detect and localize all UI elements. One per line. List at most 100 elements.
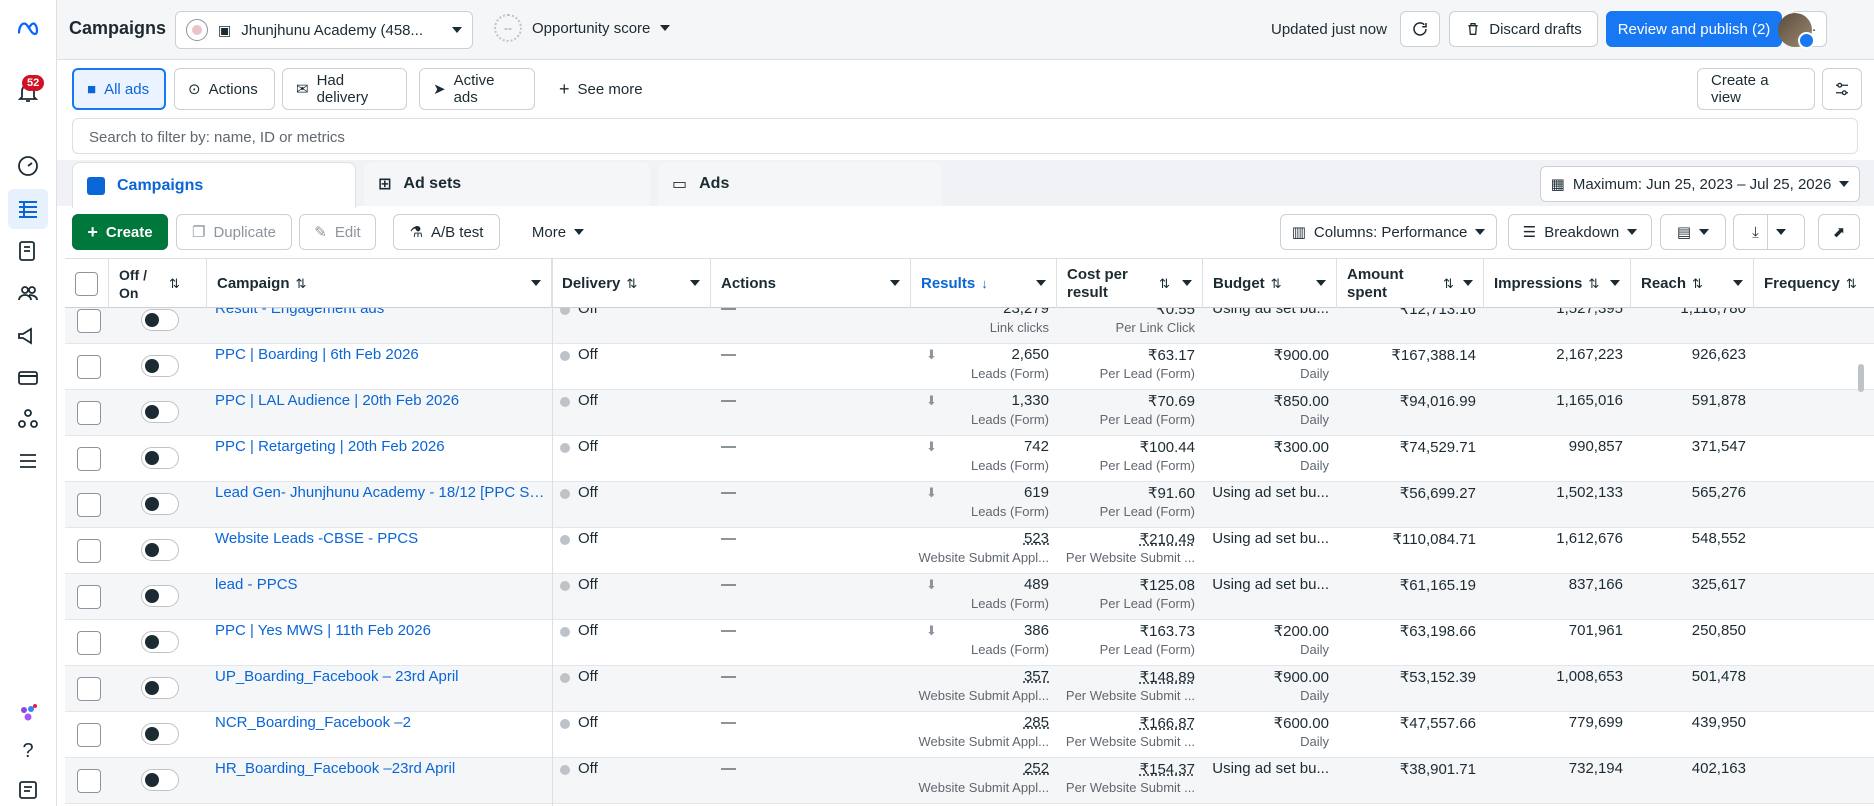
campaign-toggle[interactable] bbox=[141, 401, 179, 423]
col-campaign[interactable]: Campaign ⇅ bbox=[207, 259, 552, 308]
campaign-toggle[interactable] bbox=[141, 585, 179, 607]
campaign-name-link[interactable]: lead - PPCS bbox=[215, 576, 545, 593]
campaign-name-link[interactable]: PPC | Boarding | 6th Feb 2026 bbox=[215, 346, 545, 363]
filter-had-delivery[interactable]: ✉ Had delivery bbox=[282, 68, 407, 110]
meta-logo-icon[interactable] bbox=[14, 14, 42, 42]
ad-account-selector[interactable]: ▣ Jhunjhunu Academy (458... bbox=[175, 11, 473, 49]
table-row[interactable]: HR_Boarding_Facebook –23rd April Off — 252 W… bbox=[65, 758, 1874, 804]
campaign-name-link[interactable]: PPC | LAL Audience | 20th Feb 2026 bbox=[215, 392, 545, 409]
review-publish-button[interactable]: Review and publish (2) bbox=[1606, 11, 1782, 47]
view-settings-button[interactable] bbox=[1822, 68, 1862, 110]
filter-actions[interactable]: ⊙ Actions bbox=[174, 68, 275, 110]
filter-active-ads[interactable]: ➤ Active ads bbox=[419, 68, 535, 110]
select-all-checkbox[interactable] bbox=[75, 271, 98, 296]
col-amount-spent[interactable]: Amount spent ⇅ bbox=[1337, 259, 1484, 308]
col-actions[interactable]: Actions bbox=[711, 259, 911, 308]
all-tools-menu-icon[interactable] bbox=[14, 447, 42, 475]
vertical-scrollbar[interactable] bbox=[1858, 364, 1864, 392]
col-results[interactable]: Results ↓ bbox=[911, 259, 1057, 308]
charts-button[interactable]: ⬈ bbox=[1818, 214, 1860, 250]
campaign-toggle[interactable] bbox=[141, 723, 179, 745]
download-leads-icon[interactable]: ⬇ bbox=[926, 393, 937, 409]
duplicate-button[interactable]: ❐ Duplicate bbox=[176, 214, 292, 250]
row-checkbox[interactable] bbox=[77, 585, 101, 609]
campaign-megaphone-icon[interactable] bbox=[14, 322, 42, 350]
export-button[interactable]: ⤓ bbox=[1733, 214, 1805, 250]
campaign-name-link[interactable]: UP_Boarding_Facebook – 23rd April bbox=[215, 668, 545, 685]
tab-ad-sets[interactable]: ⊞ Ad sets bbox=[364, 162, 650, 206]
col-frequency[interactable]: Frequency ⇅ bbox=[1754, 259, 1874, 308]
discard-drafts-button[interactable]: Discard drafts bbox=[1449, 11, 1598, 47]
table-row[interactable]: lead - PPCS Off — ⬇ 489 Leads (Form) ₹125.08 Pe… bbox=[65, 574, 1874, 620]
reports-icon[interactable] bbox=[14, 237, 42, 265]
see-more-filters[interactable]: + See more bbox=[546, 68, 656, 110]
campaign-toggle[interactable] bbox=[141, 493, 179, 515]
search-input[interactable]: Search to filter by: name, ID or metrics bbox=[72, 118, 1858, 154]
table-row[interactable]: PPC | Yes MWS | 11th Feb 2026 Off — ⬇ 386 Lea… bbox=[65, 620, 1874, 666]
audiences-icon[interactable] bbox=[14, 279, 42, 307]
campaign-toggle[interactable] bbox=[141, 447, 179, 469]
user-avatar[interactable] bbox=[1778, 13, 1815, 49]
row-checkbox[interactable] bbox=[77, 539, 101, 563]
table-row[interactable]: PPC | Boarding | 6th Feb 2026 Off — ⬇ 2,650 L… bbox=[65, 344, 1874, 390]
row-checkbox[interactable] bbox=[77, 447, 101, 471]
reports-button[interactable]: ▤ bbox=[1660, 214, 1726, 250]
columns-selector[interactable]: ▥ Columns: Performance bbox=[1280, 214, 1497, 250]
row-checkbox[interactable] bbox=[77, 309, 101, 333]
date-range-picker[interactable]: ▦ Maximum: Jun 25, 2023 – Jul 25, 2026 bbox=[1540, 166, 1860, 202]
campaign-name-link[interactable]: Result - Engagement ads bbox=[215, 308, 545, 317]
row-checkbox[interactable] bbox=[77, 769, 101, 793]
campaign-name-link[interactable]: NCR_Boarding_Facebook –2 bbox=[215, 714, 545, 731]
download-leads-icon[interactable]: ⬇ bbox=[926, 485, 937, 501]
meta-ai-icon[interactable] bbox=[14, 700, 42, 728]
campaign-name-link[interactable]: PPC | Retargeting | 20th Feb 2026 bbox=[215, 438, 545, 455]
campaign-toggle[interactable] bbox=[141, 769, 179, 791]
campaign-toggle[interactable] bbox=[141, 539, 179, 561]
help-icon[interactable]: ? bbox=[14, 737, 42, 765]
row-checkbox[interactable] bbox=[77, 355, 101, 379]
download-leads-icon[interactable]: ⬇ bbox=[926, 439, 937, 455]
table-row[interactable]: Result - Engagement ads Off — 23,279 Link cl… bbox=[65, 308, 1874, 344]
refresh-button[interactable] bbox=[1400, 11, 1440, 47]
row-checkbox[interactable] bbox=[77, 677, 101, 701]
table-row[interactable]: NCR_Boarding_Facebook –2 Off — 285 Website S… bbox=[65, 712, 1874, 758]
create-view-button[interactable]: Create a view bbox=[1697, 68, 1815, 110]
dashboard-gauge-icon[interactable] bbox=[14, 152, 42, 180]
campaign-name-link[interactable]: PPC | Yes MWS | 11th Feb 2026 bbox=[215, 622, 545, 639]
billing-card-icon[interactable] bbox=[14, 364, 42, 392]
ab-test-button[interactable]: ⚗ A/B test bbox=[393, 214, 500, 250]
download-leads-icon[interactable]: ⬇ bbox=[926, 623, 937, 639]
table-row[interactable]: UP_Boarding_Facebook – 23rd April Off — 357… bbox=[65, 666, 1874, 712]
opportunity-score[interactable]: -- Opportunity score bbox=[494, 14, 671, 42]
download-leads-icon[interactable]: ⬇ bbox=[926, 347, 937, 363]
col-reach[interactable]: Reach ⇅ bbox=[1631, 259, 1754, 308]
campaign-toggle[interactable] bbox=[141, 677, 179, 699]
business-network-icon[interactable] bbox=[14, 405, 42, 433]
row-checkbox[interactable] bbox=[77, 723, 101, 747]
table-row[interactable]: PPC | LAL Audience | 20th Feb 2026 Off — ⬇ 1… bbox=[65, 390, 1874, 436]
col-off-on[interactable]: Off / On ⇅ bbox=[109, 259, 207, 308]
table-row[interactable]: Lead Gen- Jhunjhunu Academy - 18/12 [PPC… bbox=[65, 482, 1874, 528]
col-impressions[interactable]: Impressions ⇅ bbox=[1484, 259, 1631, 308]
col-budget[interactable]: Budget ⇅ bbox=[1203, 259, 1337, 308]
tab-campaigns[interactable]: Campaigns bbox=[72, 162, 356, 208]
campaign-name-link[interactable]: Lead Gen- Jhunjhunu Academy - 18/12 [PPC… bbox=[215, 484, 545, 501]
table-row[interactable]: Website Leads -CBSE - PPCS Off — 523 Website… bbox=[65, 528, 1874, 574]
campaign-toggle[interactable] bbox=[141, 309, 179, 331]
campaign-name-link[interactable]: Website Leads -CBSE - PPCS bbox=[215, 530, 545, 547]
row-checkbox[interactable] bbox=[77, 493, 101, 517]
campaign-name-link[interactable]: HR_Boarding_Facebook –23rd April bbox=[215, 760, 545, 777]
col-cost-per-result[interactable]: Cost per result ⇅ bbox=[1057, 259, 1203, 308]
tab-ads[interactable]: ▭ Ads bbox=[658, 162, 942, 206]
filter-all-ads[interactable]: ■ All ads bbox=[72, 68, 166, 110]
campaign-toggle[interactable] bbox=[141, 631, 179, 653]
create-button[interactable]: + Create bbox=[72, 214, 168, 250]
row-checkbox[interactable] bbox=[77, 631, 101, 655]
row-checkbox[interactable] bbox=[77, 401, 101, 425]
breakdown-selector[interactable]: ☰ Breakdown bbox=[1508, 214, 1652, 250]
edit-button[interactable]: ✎ Edit bbox=[299, 214, 376, 250]
ads-manager-table-icon[interactable] bbox=[8, 189, 48, 229]
feedback-icon[interactable] bbox=[14, 776, 42, 804]
table-row[interactable]: PPC | Retargeting | 20th Feb 2026 Off — ⬇ 74… bbox=[65, 436, 1874, 482]
campaign-toggle[interactable] bbox=[141, 355, 179, 377]
